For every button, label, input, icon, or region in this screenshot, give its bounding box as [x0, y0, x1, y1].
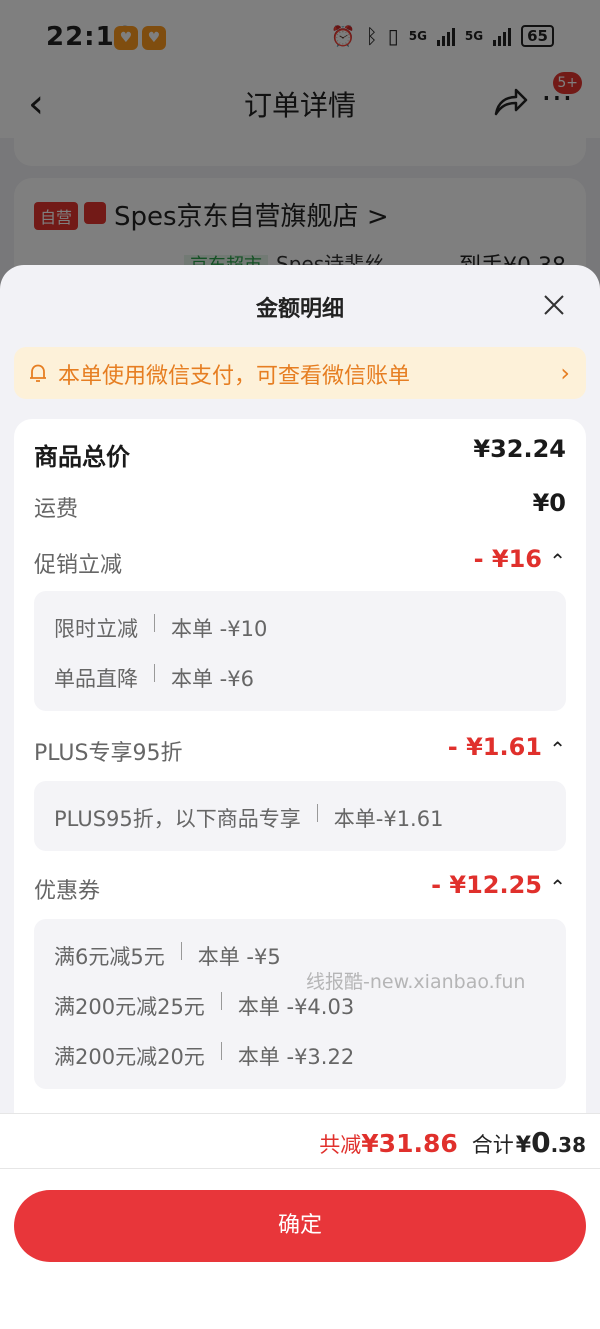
chevron-up-icon[interactable]: ⌃	[549, 549, 566, 573]
shipping-label: 运费	[34, 497, 79, 522]
promo-item-name: 限时立减	[54, 617, 138, 641]
chevron-up-icon[interactable]: ⌃	[549, 875, 566, 899]
plus-value: - ¥1.61	[447, 733, 542, 761]
coupon-detail: 满6元减5元 本单 -¥5 满200元减25元 本单 -¥4.03 满200元减20…	[34, 919, 566, 1089]
total-price-label: 商品总价	[34, 443, 130, 471]
coupon-item: 满6元减5元 本单 -¥5	[54, 941, 281, 971]
sheet-footer: 共减 ¥31.86 合计 ¥ 0 .38 确定	[0, 1113, 600, 1329]
watermark-text: 线报酷-new.xianbao.fun	[306, 971, 526, 993]
coupon-item-amount: 本单 -¥4.03	[237, 995, 355, 1019]
separator	[154, 664, 155, 682]
promo-row[interactable]: 促销立减 - ¥16 ⌃	[34, 543, 566, 583]
coupon-item-name: 满200元减25元	[54, 995, 205, 1019]
separator	[220, 992, 222, 1010]
promo-item-amount: 本单 -¥6	[171, 667, 254, 691]
promo-item: 单品直降 本单 -¥6	[54, 663, 254, 693]
discount-value: ¥31.86	[361, 1129, 458, 1158]
dim-overlay[interactable]	[0, 0, 600, 290]
notice-text: 本单使用微信支付，可查看微信账单	[58, 364, 411, 389]
grand-total-integer: 0	[531, 1126, 551, 1159]
total-price-row: 商品总价 ¥32.24	[34, 433, 566, 473]
promo-item-name: 单品直降	[54, 667, 138, 691]
separator	[154, 614, 155, 632]
grand-total-label: 合计	[471, 1133, 514, 1157]
coupon-item-amount: 本单 -¥3.22	[237, 1045, 355, 1069]
amount-summary: 共减 ¥31.86 合计 ¥ 0 .38	[319, 1126, 586, 1159]
background-page: 22:16 ♥ ♥ ⏰ ᛒ ▯ 5G 5G 65 ‹ 订单详情 ⋯ 5+ 自营 …	[0, 0, 600, 298]
plus-item-name: PLUS95折，以下商品专享	[54, 807, 301, 831]
separator	[220, 1042, 222, 1060]
grand-total-currency: ¥	[515, 1133, 532, 1158]
plus-detail: PLUS95折，以下商品专享 本单-¥1.61	[34, 781, 566, 851]
confirm-button[interactable]: 确定	[14, 1190, 586, 1262]
grand-total-decimal: .38	[550, 1133, 586, 1157]
shipping-row: 运费 ¥0	[34, 487, 566, 527]
plus-label: PLUS专享95折	[34, 741, 183, 766]
plus-item: PLUS95折，以下商品专享 本单-¥1.61	[54, 803, 443, 833]
wechat-pay-notice[interactable]: 本单使用微信支付，可查看微信账单 ›	[14, 347, 586, 399]
coupon-value: - ¥12.25	[431, 871, 542, 899]
coupon-row[interactable]: 优惠券 - ¥12.25 ⌃	[34, 869, 566, 909]
close-icon[interactable]	[542, 293, 566, 317]
coupon-item-amount: 本单 -¥5	[197, 945, 281, 969]
plus-row[interactable]: PLUS专享95折 - ¥1.61 ⌃	[34, 731, 566, 771]
promo-detail: 限时立减 本单 -¥10 单品直降 本单 -¥6	[34, 591, 566, 711]
chevron-up-icon[interactable]: ⌃	[549, 737, 566, 761]
bell-icon	[30, 364, 46, 382]
promo-item: 限时立减 本单 -¥10	[54, 613, 267, 643]
divider	[0, 1168, 600, 1169]
promo-value: - ¥16	[473, 545, 542, 573]
separator	[180, 942, 182, 960]
promo-item-amount: 本单 -¥10	[171, 617, 268, 641]
coupon-item: 满200元减25元 本单 -¥4.03	[54, 991, 354, 1021]
sheet-title: 金额明细	[255, 297, 344, 322]
promo-label: 促销立减	[34, 553, 123, 578]
plus-item-amount: 本单-¥1.61	[333, 807, 444, 831]
total-price-value: ¥32.24	[473, 435, 566, 463]
coupon-item: 满200元减20元 本单 -¥3.22	[54, 1041, 354, 1071]
amount-detail-sheet: 金额明细 本单使用微信支付，可查看微信账单 › 商品总价 ¥32.24 运费 ¥…	[0, 265, 600, 1329]
chevron-right-icon: ›	[560, 359, 570, 387]
separator	[316, 804, 318, 822]
coupon-label: 优惠券	[34, 879, 101, 904]
coupon-item-name: 满200元减20元	[54, 1045, 205, 1069]
shipping-value: ¥0	[532, 489, 566, 517]
discount-label: 共减	[319, 1133, 362, 1157]
coupon-item-name: 满6元减5元	[54, 945, 165, 969]
amount-card: 商品总价 ¥32.24 运费 ¥0 促销立减 - ¥16 ⌃ 限时立减本单 -¥…	[14, 419, 586, 1139]
